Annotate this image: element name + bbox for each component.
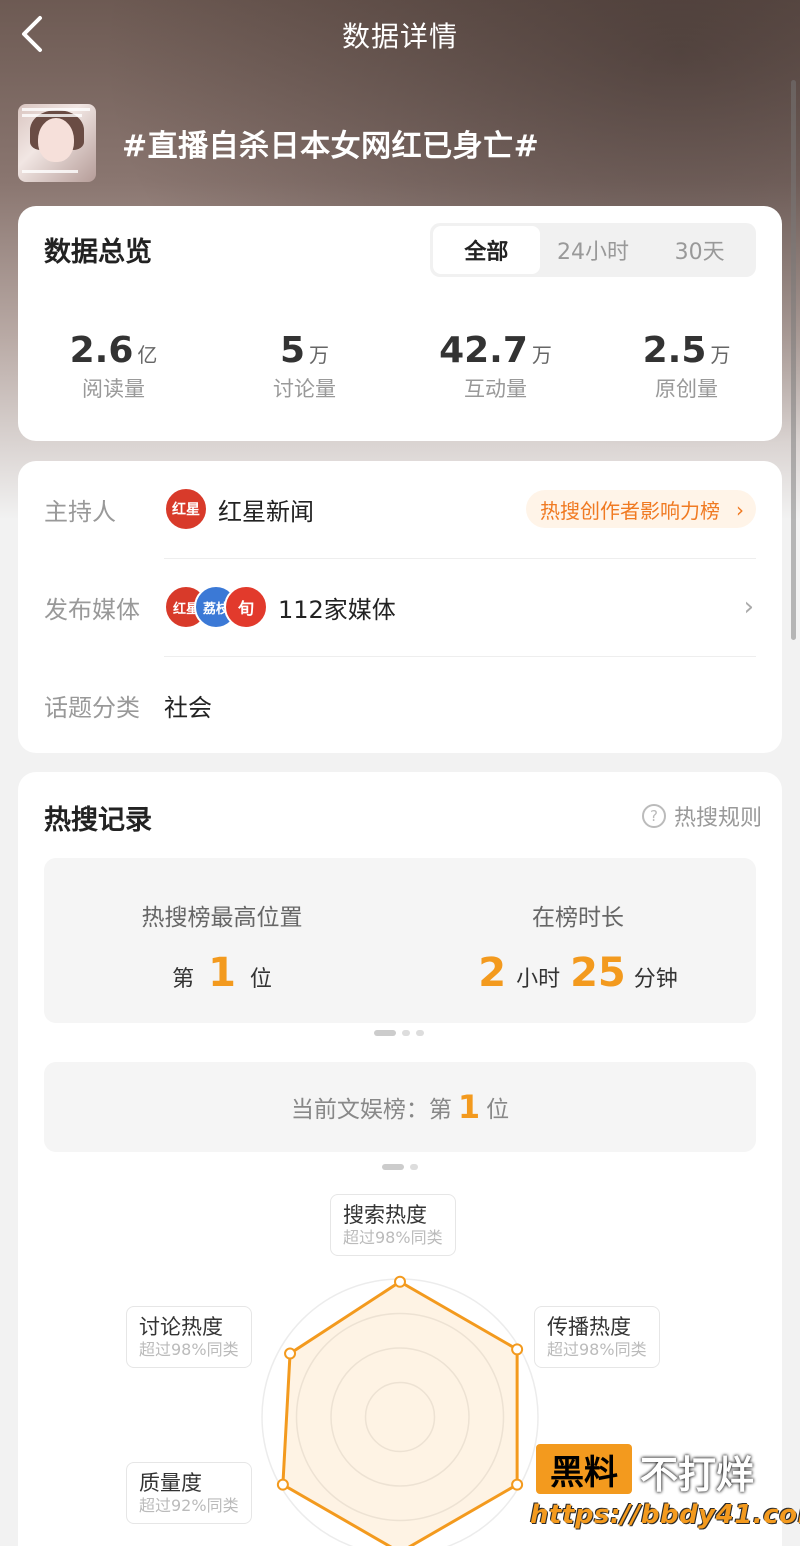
- category-label: 话题分类: [44, 693, 140, 722]
- data-overview-card: 数据总览 全部 24小时 30天 2.6 亿 阅读量 5万 讨论量 42.7 万 互…: [18, 206, 782, 441]
- stat-interactions: 42.7 万 互动量: [400, 330, 591, 403]
- creator-rank-label: 热搜创作者影响力榜: [540, 498, 720, 523]
- stat-original: 2.5 万 原创量: [591, 330, 782, 403]
- radar-vertex: [511, 1343, 524, 1356]
- radar-label-spread: 传播热度 超过98%同类: [534, 1306, 660, 1369]
- creator-rank-link[interactable]: 热搜创作者影响力榜 ›: [526, 490, 756, 528]
- back-arrow-icon[interactable]: [18, 14, 48, 54]
- stat-discussions: 5万 讨论量: [209, 330, 400, 403]
- tab-30d[interactable]: 30天: [646, 226, 753, 274]
- radar-vertex: [284, 1347, 297, 1360]
- media-label: 发布媒体: [44, 595, 140, 624]
- divider: [164, 656, 756, 657]
- radar-vertex: [394, 1275, 406, 1288]
- tab-all[interactable]: 全部: [433, 226, 540, 274]
- radar-label-search: 搜索热度 超过98%同类: [330, 1194, 456, 1257]
- radar-title: 搜索热度: [343, 1203, 427, 1227]
- radar-shape: [281, 1280, 519, 1546]
- stat-unit: 万: [309, 343, 330, 367]
- radar-title: 讨论热度: [139, 1315, 223, 1339]
- watermark-slogan: 不打烊: [640, 1453, 755, 1497]
- watermark-url: https://bbdy41.com: [530, 1500, 800, 1530]
- radar-sub: 超过98%同类: [139, 1340, 239, 1360]
- overview-heading: 数据总览: [44, 237, 152, 268]
- host-row: 主持人 红星 红星新闻 热搜创作者影响力榜 ›: [44, 487, 756, 531]
- stat-label: 互动量: [464, 377, 527, 401]
- radar-title: 传播热度: [547, 1315, 631, 1339]
- stat-unit: 亿: [137, 343, 158, 367]
- radar-sub: 超过92%同类: [139, 1496, 239, 1516]
- chevron-right-icon: ›: [743, 592, 754, 622]
- tab-24h[interactable]: 24小时: [540, 226, 647, 274]
- topic-title: #直播自杀日本女网红已身亡#: [122, 129, 540, 164]
- nav-bar: 数据详情: [0, 0, 800, 70]
- hot-search-card: 热搜记录 ? 热搜规则 热搜榜最高位置 第 1 位 在榜时长 2 小时 25 分…: [18, 772, 782, 1546]
- radar-vertex: [276, 1478, 289, 1491]
- radar-title: 质量度: [139, 1471, 202, 1495]
- watermark: 黑料 不打烊 https://bbdy41.com: [528, 1436, 800, 1536]
- chevron-right-icon: ›: [736, 498, 744, 522]
- host-name[interactable]: 红星新闻: [218, 492, 314, 527]
- topic-header: #直播自杀日本女网红已身亡#: [18, 104, 539, 182]
- topic-thumbnail[interactable]: [18, 104, 96, 182]
- stats-row: 2.6 亿 阅读量 5万 讨论量 42.7 万 互动量 2.5 万 原创量: [18, 330, 782, 403]
- stat-label: 阅读量: [82, 377, 145, 401]
- radar-label-quality: 质量度 超过92%同类: [126, 1462, 252, 1525]
- divider: [164, 558, 756, 559]
- media-logos: 红星 荔枝 旬: [164, 585, 268, 629]
- radar-sub: 超过98%同类: [547, 1340, 647, 1360]
- heat-radar-chart: [261, 1275, 539, 1546]
- page-title: 数据详情: [341, 20, 458, 53]
- stat-value: 2.6: [69, 330, 134, 371]
- media-count: 112家媒体: [278, 595, 396, 624]
- time-range-tabs: 全部 24小时 30天: [430, 223, 756, 277]
- stat-label: 原创量: [655, 377, 718, 401]
- watermark-brand: 黑料: [536, 1444, 632, 1494]
- stat-value: 5: [279, 330, 306, 371]
- stat-unit: 万: [710, 343, 731, 367]
- scrollbar[interactable]: [791, 80, 796, 640]
- stat-value: 2.5: [642, 330, 707, 371]
- category-value: 社会: [164, 693, 212, 722]
- radar-vertex: [511, 1478, 524, 1491]
- media-logo: 旬: [224, 585, 268, 629]
- radar-label-discussion: 讨论热度 超过98%同类: [126, 1306, 252, 1369]
- host-logo[interactable]: 红星: [164, 487, 208, 531]
- stat-reads: 2.6 亿 阅读量: [18, 330, 209, 403]
- stat-unit: 万: [531, 343, 552, 367]
- host-label: 主持人: [44, 497, 116, 526]
- media-row[interactable]: 发布媒体 红星 荔枝 旬 112家媒体 ›: [44, 585, 756, 629]
- category-row: 话题分类 社会: [44, 683, 756, 727]
- radar-sub: 超过98%同类: [343, 1228, 443, 1248]
- stat-label: 讨论量: [273, 377, 336, 401]
- topic-info-card: 主持人 红星 红星新闻 热搜创作者影响力榜 › 发布媒体 红星 荔枝 旬 112…: [18, 461, 782, 753]
- stat-value: 42.7: [439, 330, 528, 371]
